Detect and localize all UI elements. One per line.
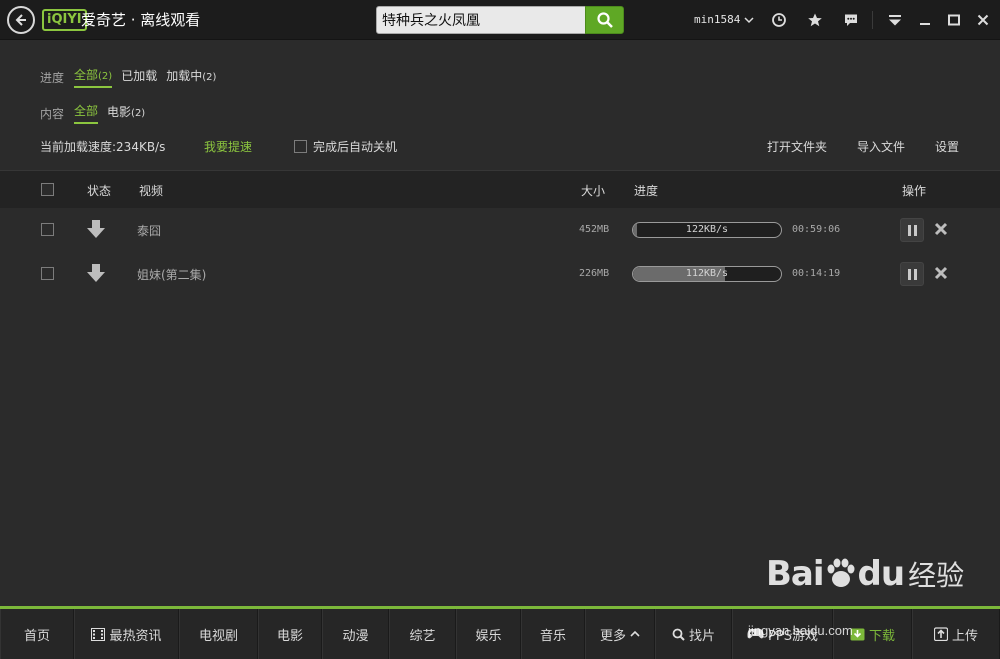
select-all-checkbox[interactable] xyxy=(41,183,54,196)
filter-progress-loaded[interactable]: 已加载 xyxy=(121,67,157,87)
upload-icon xyxy=(933,627,948,641)
auto-shutdown-option[interactable]: 完成后自动关机 xyxy=(294,138,397,155)
back-icon xyxy=(15,14,26,26)
open-folder-button[interactable]: 打开文件夹 xyxy=(767,138,827,155)
current-speed-text: 当前加载速度:234KB/s xyxy=(40,140,166,154)
search-icon xyxy=(672,628,685,641)
delete-icon xyxy=(934,266,948,280)
toolbar-row: 当前加载速度:234KB/s 我要提速 完成后自动关机 打开文件夹 导入文件 设… xyxy=(40,138,970,156)
nav-upload[interactable]: 上传 xyxy=(912,609,1000,659)
pause-button[interactable] xyxy=(900,262,924,286)
close-icon xyxy=(977,14,989,26)
message-icon xyxy=(845,14,857,26)
video-name: 泰囧 xyxy=(137,224,162,238)
message-button[interactable] xyxy=(841,10,861,30)
close-button[interactable] xyxy=(973,10,993,30)
content-filter-label: 内容 xyxy=(40,106,65,121)
search-icon xyxy=(596,12,613,28)
chevron-up-icon xyxy=(630,630,640,637)
history-button[interactable] xyxy=(769,10,789,30)
row-checkbox[interactable] xyxy=(41,267,54,280)
filter-progress-loading[interactable]: 加载中(2) xyxy=(166,67,216,87)
menu-icon xyxy=(889,15,901,26)
header-size: 大小 xyxy=(581,184,606,198)
minimize-icon xyxy=(920,23,930,25)
history-icon xyxy=(772,13,786,27)
remaining-time: 00:59:06 xyxy=(792,224,841,235)
search-input[interactable] xyxy=(376,6,586,34)
delete-button[interactable] xyxy=(934,222,948,239)
filter-content-all[interactable]: 全部 xyxy=(74,102,99,124)
import-file-button[interactable]: 导入文件 xyxy=(857,138,905,155)
filter-content-movie[interactable]: 电影(2) xyxy=(107,103,145,123)
nav-find-video[interactable]: 找片 xyxy=(655,609,732,659)
nav-variety[interactable]: 综艺 xyxy=(389,609,456,659)
header-actions: 操作 xyxy=(902,184,927,198)
nav-more[interactable]: 更多 xyxy=(585,609,655,659)
header-video: 视频 xyxy=(139,184,164,198)
remaining-time: 00:14:19 xyxy=(792,268,841,279)
paw-icon xyxy=(827,558,855,587)
table-row[interactable]: 姐妹(第二集) 226MB 112KB/s 00:14:19 xyxy=(0,252,1000,296)
progress-filter: 进度 全部(2) 已加载 加载中(2) xyxy=(40,66,225,88)
row-checkbox[interactable] xyxy=(41,223,54,236)
back-button[interactable] xyxy=(7,6,35,34)
delete-button[interactable] xyxy=(934,266,948,283)
nav-music[interactable]: 音乐 xyxy=(521,609,585,659)
title-bar: iQIYI 爱奇艺 · 离线观看 min1584 xyxy=(0,0,1000,40)
username: min1584 xyxy=(694,13,741,26)
nav-home[interactable]: 首页 xyxy=(0,609,74,659)
nav-tv-series[interactable]: 电视剧 xyxy=(179,609,258,659)
table-header: 状态 视频 大小 进度 操作 xyxy=(0,170,1000,208)
video-size: 452MB xyxy=(579,224,610,235)
nav-anime[interactable]: 动漫 xyxy=(322,609,389,659)
auto-shutdown-checkbox[interactable] xyxy=(294,140,307,153)
menu-button[interactable] xyxy=(885,10,905,30)
maximize-button[interactable] xyxy=(944,10,964,30)
video-size: 226MB xyxy=(579,268,610,279)
header-status: 状态 xyxy=(87,184,112,198)
watermark-url: jingyan.baidu.com xyxy=(748,623,853,638)
app-title: 爱奇艺 · 离线观看 xyxy=(81,11,201,29)
baidu-watermark: Bai du 经验 xyxy=(766,554,965,594)
chevron-down-icon xyxy=(744,16,754,23)
content-filter: 内容 全部 电影(2) xyxy=(40,102,154,124)
progress-bar: 122KB/s xyxy=(632,222,782,238)
settings-button[interactable]: 设置 xyxy=(935,138,959,155)
user-menu[interactable]: min1584 xyxy=(694,13,754,26)
header-progress: 进度 xyxy=(634,184,659,198)
film-icon xyxy=(91,627,106,641)
nav-hot-news[interactable]: 最热资讯 xyxy=(74,609,179,659)
progress-filter-label: 进度 xyxy=(40,70,65,85)
favorites-button[interactable] xyxy=(805,10,825,30)
pause-button[interactable] xyxy=(900,218,924,242)
filter-progress-all[interactable]: 全部(2) xyxy=(74,66,113,88)
minimize-button[interactable] xyxy=(915,10,935,30)
titlebar-divider xyxy=(872,11,873,29)
progress-speed: 122KB/s xyxy=(685,224,729,235)
video-name: 姐妹(第二集) xyxy=(137,268,207,282)
download-status-icon xyxy=(86,219,106,242)
nav-movies[interactable]: 电影 xyxy=(258,609,322,659)
nav-entertainment[interactable]: 娱乐 xyxy=(456,609,521,659)
delete-icon xyxy=(934,222,948,236)
progress-bar: 112KB/s xyxy=(632,266,782,282)
auto-shutdown-label: 完成后自动关机 xyxy=(313,140,398,154)
star-icon xyxy=(808,13,822,27)
download-status-icon xyxy=(86,263,106,286)
progress-speed: 112KB/s xyxy=(685,268,729,279)
table-row[interactable]: 泰囧 452MB 122KB/s 00:59:06 xyxy=(0,208,1000,252)
maximize-icon xyxy=(948,14,960,26)
boost-speed-link[interactable]: 我要提速 xyxy=(204,138,252,155)
app-logo: iQIYI xyxy=(42,9,87,31)
search-button[interactable] xyxy=(585,6,624,34)
